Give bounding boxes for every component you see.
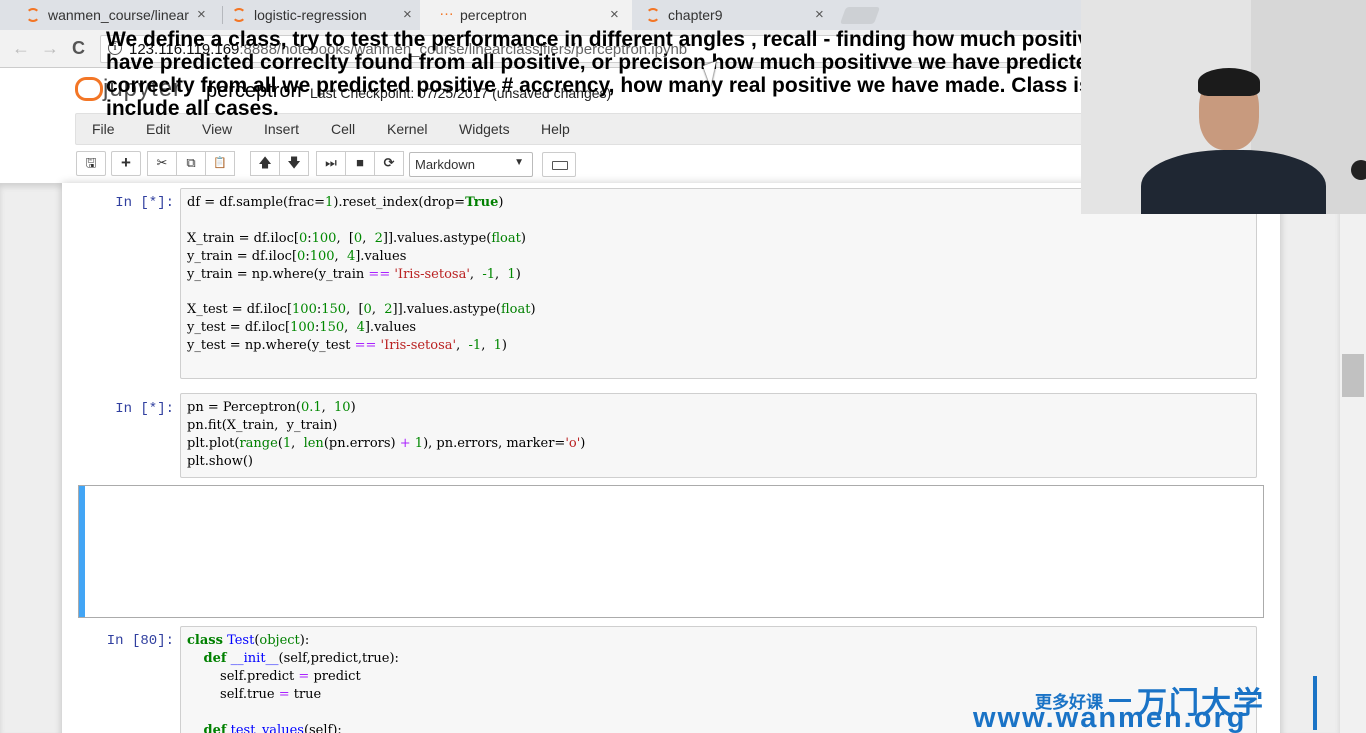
- menu-edit[interactable]: Edit: [146, 121, 170, 137]
- menu-kernel[interactable]: Kernel: [387, 121, 427, 137]
- new-tab-button[interactable]: [839, 7, 881, 24]
- cell-prompt: In [*]:: [115, 401, 174, 417]
- tab-title: chapter9: [668, 7, 723, 23]
- tab-close-icon[interactable]: ×: [403, 6, 412, 23]
- watermark-bar: [1313, 676, 1317, 730]
- cell-prompt: In [*]:: [115, 195, 174, 211]
- tab-title: logistic-regression: [254, 7, 367, 23]
- menu-file[interactable]: File: [92, 121, 115, 137]
- watermark-url: www.wanmen.org: [973, 702, 1247, 733]
- code-text: pn = Perceptron(0.1, 10) pn.fit(X_train,…: [187, 400, 586, 469]
- browser-tab-active[interactable]: perceptron ×: [420, 0, 632, 30]
- menu-insert[interactable]: Insert: [264, 121, 299, 137]
- browser-tab[interactable]: chapter9 ×: [620, 0, 840, 30]
- chevron-down-icon: ▼: [514, 157, 524, 168]
- browser-tab[interactable]: wanmen_course/linear ×: [0, 0, 220, 30]
- tab-title: wanmen_course/linear: [48, 7, 189, 23]
- menu-help[interactable]: Help: [541, 121, 570, 137]
- code-cell-input[interactable]: pn = Perceptron(0.1, 10) pn.fit(X_train,…: [180, 393, 1257, 478]
- paste-icon[interactable]: 📋: [205, 151, 235, 176]
- keyboard-shortcuts-icon[interactable]: [542, 152, 576, 177]
- page-scrollbar[interactable]: [1340, 183, 1366, 733]
- cell-type-select[interactable]: Markdown ▼: [409, 152, 533, 177]
- code-text: df = df.sample(frac=1).reset_index(drop=…: [187, 195, 536, 354]
- jupyter-favicon-icon: [646, 8, 660, 22]
- copy-icon[interactable]: ⧉: [176, 151, 206, 176]
- run-button-group: ⏭ ■ ⟳: [316, 151, 404, 176]
- presenter-hair: [1198, 68, 1260, 96]
- cut-icon[interactable]: ✂: [147, 151, 177, 176]
- move-down-icon[interactable]: 🡇: [279, 151, 309, 176]
- code-text: class Test(object): def __init__(self,pr…: [187, 633, 399, 733]
- stop-icon[interactable]: ■: [345, 151, 375, 176]
- webcam-object: [1351, 160, 1366, 180]
- tab-title: perceptron: [460, 7, 527, 23]
- move-button-group: 🡅 🡇: [250, 151, 309, 176]
- presenter-body: [1141, 150, 1326, 214]
- cell-type-value: Markdown: [415, 157, 475, 172]
- tab-close-icon[interactable]: ×: [197, 6, 206, 23]
- forward-icon[interactable]: →: [41, 38, 59, 59]
- restart-icon[interactable]: ⟳: [374, 151, 404, 176]
- menu-cell[interactable]: Cell: [331, 121, 355, 137]
- run-icon[interactable]: ⏭: [316, 151, 346, 176]
- menu-widgets[interactable]: Widgets: [459, 121, 510, 137]
- jupyter-favicon-icon: [26, 8, 40, 22]
- menu-view[interactable]: View: [202, 121, 232, 137]
- markdown-cell-selected[interactable]: [78, 485, 1264, 618]
- move-up-icon[interactable]: 🡅: [250, 151, 280, 176]
- tab-close-icon[interactable]: ×: [610, 6, 619, 23]
- presenter-webcam-video: [1081, 0, 1366, 214]
- loading-favicon-icon: [439, 2, 454, 22]
- tab-close-icon[interactable]: ×: [815, 6, 824, 23]
- markdown-heading: We define a class, try to test the perfo…: [106, 28, 1172, 120]
- add-cell-icon[interactable]: +: [111, 151, 141, 176]
- clipboard-button-group: ✂ ⧉ 📋: [147, 151, 235, 176]
- save-icon[interactable]: 🖫: [76, 151, 106, 176]
- back-icon[interactable]: ←: [12, 38, 30, 59]
- notebook-toolbar: 🖫 + ✂ ⧉ 📋 🡅 🡇 ⏭ ■ ⟳: [0, 147, 1080, 181]
- reload-icon[interactable]: C: [72, 38, 85, 59]
- selected-cell-indicator: [79, 486, 85, 617]
- scrollbar-thumb[interactable]: [1342, 354, 1364, 397]
- jupyter-logo-icon: [75, 75, 103, 103]
- jupyter-favicon-icon: [232, 8, 246, 22]
- code-cell-input[interactable]: df = df.sample(frac=1).reset_index(drop=…: [180, 188, 1257, 379]
- browser-tab[interactable]: logistic-regression ×: [206, 0, 426, 30]
- cell-prompt: In [80]:: [106, 633, 174, 649]
